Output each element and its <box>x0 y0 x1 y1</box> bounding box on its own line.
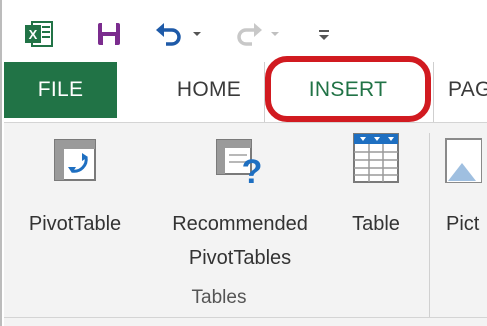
undo-button[interactable] <box>152 18 186 50</box>
recommended-pivottables-icon: ? <box>216 139 263 187</box>
group-label-tables: Tables <box>191 287 247 308</box>
pivottable-icon <box>54 139 96 181</box>
ribbon-bottom-border <box>4 317 487 318</box>
recommended-label-line1: Recommended <box>172 213 308 235</box>
table-button[interactable]: Table <box>336 123 416 293</box>
tab-file[interactable]: FILE <box>4 62 117 118</box>
excel-logo-icon: X <box>24 18 54 50</box>
svg-text:X: X <box>29 27 38 42</box>
undo-dropdown-button[interactable] <box>190 18 204 50</box>
svg-text:?: ? <box>242 153 263 187</box>
tab-page-layout[interactable]: PAG <box>448 62 487 118</box>
save-button[interactable] <box>94 18 124 50</box>
quick-access-toolbar: X <box>2 0 487 62</box>
dropdown-arrow-icon <box>193 32 201 36</box>
recommended-label-line2: PivotTables <box>188 247 292 269</box>
highlight-ring <box>265 56 431 122</box>
save-icon <box>98 23 120 45</box>
customize-qat-icon <box>319 30 329 40</box>
redo-dropdown-button[interactable] <box>268 18 282 50</box>
table-label: Table <box>352 213 400 235</box>
redo-icon <box>237 23 262 46</box>
table-icon <box>353 133 399 183</box>
pivottable-label: PivotTable <box>28 213 122 235</box>
pictures-label: Pict <box>446 213 480 235</box>
excel-window: X FILE HOME PAG INSERT PivotTable ? Reco… <box>0 0 487 326</box>
ribbon-panel: PivotTable ? Recommended PivotTables Tab… <box>4 122 487 326</box>
undo-icon <box>156 23 181 46</box>
dropdown-arrow-icon <box>271 32 279 36</box>
redo-button[interactable] <box>234 18 264 50</box>
tab-home[interactable]: HOME <box>162 62 256 118</box>
pictures-icon <box>445 138 482 183</box>
recommended-pivottables-button[interactable]: ? Recommended PivotTables <box>142 123 338 293</box>
customize-qat-button[interactable] <box>312 18 336 50</box>
group-separator <box>429 133 430 317</box>
pivottable-button[interactable]: PivotTable <box>12 123 138 293</box>
pictures-button[interactable]: Pict <box>436 123 487 293</box>
